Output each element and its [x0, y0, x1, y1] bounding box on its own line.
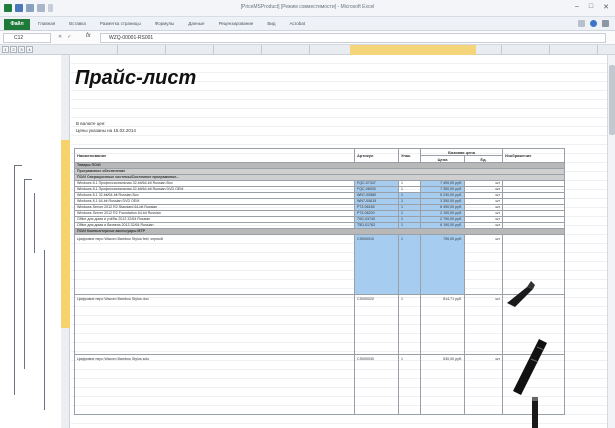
- article-cell[interactable]: CS000020: [354, 294, 399, 355]
- confirm-entry-icon[interactable]: ✓: [67, 34, 71, 40]
- tab-review[interactable]: Рецензирование: [219, 21, 254, 26]
- tab-page-layout[interactable]: Разметка страницы: [100, 21, 141, 26]
- formula-input[interactable]: WZQ-00001-RS001: [100, 33, 606, 43]
- worksheet[interactable]: Прайс-лист В валюте цен: Цены указаны на…: [71, 55, 615, 428]
- window-title: [PriceMSProduct] [Режим совместимости] -…: [240, 4, 375, 10]
- stylus-duo-image: [513, 339, 547, 395]
- insert-function-button[interactable]: fx: [86, 33, 91, 39]
- price-cell[interactable]: 530,00 руб.: [420, 354, 465, 415]
- outline-level-2-button[interactable]: 2: [10, 46, 17, 53]
- table-header-row: Наименование Артикул Упак. Базовая цена …: [74, 148, 566, 163]
- close-workbook-icon[interactable]: [602, 20, 609, 27]
- product-name-cell[interactable]: Цифровое перо Wacom Bamboo Stylus feel, …: [74, 234, 355, 295]
- outline-level-buttons: 1 2 3 4: [2, 46, 33, 53]
- selected-column-headers[interactable]: [350, 45, 476, 55]
- selected-row-headers[interactable]: [61, 140, 70, 328]
- window-controls: – □ ✕: [575, 3, 609, 11]
- outline-group-bracket[interactable]: [14, 165, 15, 395]
- date-note: Цены указаны на 15.02.2014: [76, 128, 136, 133]
- table-row[interactable]: Цифровое перо Wacom Bamboo Stylus feel, …: [74, 234, 566, 295]
- currency-cell[interactable]: шт: [463, 294, 504, 355]
- tab-view[interactable]: Вид: [267, 21, 275, 26]
- product-name-cell[interactable]: Цифровое перо Wacom Bamboo Stylus duo: [74, 294, 355, 355]
- article-cell[interactable]: CS000030: [354, 354, 399, 415]
- outline-subgroup-top: [24, 179, 32, 180]
- header-price-group[interactable]: Базовая цена: [419, 148, 504, 156]
- tab-formulas[interactable]: Формулы: [155, 21, 175, 26]
- help-icon[interactable]: [590, 20, 597, 27]
- outline-level-1-button[interactable]: 1: [2, 46, 9, 53]
- header-unit[interactable]: Упак.: [398, 148, 421, 163]
- formula-bar: C12 ✕ ✓ fx WZQ-00001-RS001: [0, 31, 615, 45]
- outline-level-3-button[interactable]: 3: [18, 46, 25, 53]
- tab-insert[interactable]: Вставка: [69, 21, 86, 26]
- unit-cell[interactable]: 1: [398, 234, 421, 295]
- ribbon-minimize-icon[interactable]: [578, 20, 585, 27]
- currency-cell[interactable]: шт: [463, 234, 504, 295]
- outline-panel: [0, 55, 70, 428]
- scrollbar-thumb[interactable]: [609, 65, 615, 135]
- product-name-cell[interactable]: Цифровое перо Wacom Bamboo Stylus solo: [74, 354, 355, 415]
- price-table: Наименование Артикул Упак. Базовая цена …: [73, 148, 566, 415]
- unit-cell[interactable]: 1: [398, 294, 421, 355]
- tab-file[interactable]: Файл: [4, 19, 30, 30]
- outline-subsubgroup-bracket[interactable]: [34, 193, 35, 253]
- header-article[interactable]: Артикул: [354, 148, 399, 163]
- article-cell[interactable]: CS000010: [354, 234, 399, 295]
- title-bar: [PriceMSProduct] [Режим совместимости] -…: [0, 0, 615, 17]
- column-headers[interactable]: [70, 45, 615, 55]
- tab-home[interactable]: Главная: [38, 21, 55, 26]
- maximize-button[interactable]: □: [589, 3, 593, 11]
- tab-acrobat[interactable]: Acrobat: [289, 21, 305, 26]
- table-row[interactable]: Цифровое перо Wacom Bamboo Stylus solo C…: [74, 354, 566, 415]
- outline-subgroup-bracket[interactable]: [24, 179, 25, 369]
- tab-data[interactable]: Данные: [188, 21, 204, 26]
- currency-note: В валюте цен:: [76, 121, 106, 126]
- price-cell[interactable]: 790,00 руб.: [420, 234, 465, 295]
- outline-products-bracket[interactable]: [44, 250, 45, 410]
- currency-cell[interactable]: шт: [463, 354, 504, 415]
- header-currency[interactable]: Ед.: [463, 155, 504, 163]
- cancel-entry-icon[interactable]: ✕: [58, 34, 62, 40]
- outline-group-top: [14, 165, 22, 166]
- close-button[interactable]: ✕: [603, 3, 609, 11]
- price-list-title: Прайс-лист: [75, 67, 197, 89]
- outline-level-4-button[interactable]: 4: [26, 46, 33, 53]
- price-cell[interactable]: 814,71 руб.: [420, 294, 465, 355]
- stylus-solo-image: [532, 397, 538, 428]
- header-price[interactable]: Цена: [420, 155, 465, 163]
- column-header-strip: 1 2 3 4: [0, 45, 615, 55]
- name-box[interactable]: C12: [3, 33, 51, 43]
- unit-cell[interactable]: 1: [398, 354, 421, 415]
- stylus-feel-image: [507, 281, 535, 307]
- ribbon-tabs: Файл Главная Вставка Разметка страницы Ф…: [0, 17, 615, 31]
- header-name[interactable]: Наименование: [74, 148, 355, 163]
- header-image[interactable]: Изображение: [502, 148, 566, 163]
- vertical-scrollbar[interactable]: [607, 55, 615, 428]
- table-row[interactable]: Цифровое перо Wacom Bamboo Stylus duo CS…: [74, 294, 566, 355]
- minimize-button[interactable]: –: [575, 3, 579, 11]
